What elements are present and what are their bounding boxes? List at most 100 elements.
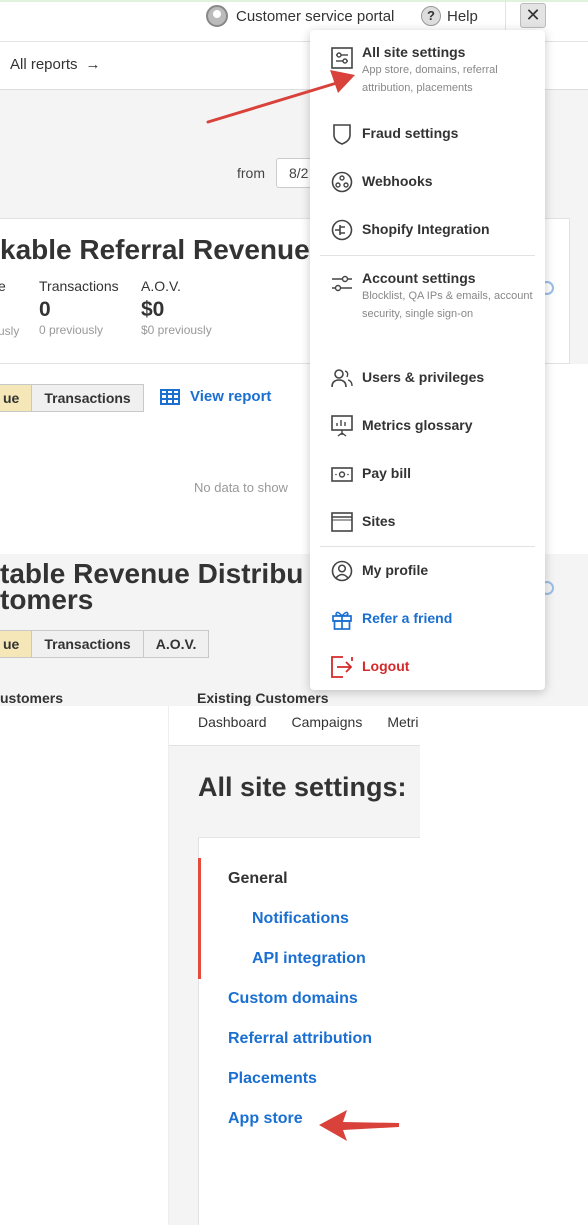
metric-previous: 0 previously xyxy=(39,323,104,337)
metric-label: e xyxy=(0,278,6,294)
menu-item-shopify-integration[interactable]: Shopify Integration xyxy=(310,219,545,251)
metric-value: 0 xyxy=(39,298,51,321)
active-section-accent xyxy=(198,858,201,979)
menu-item-description: Blocklist, QA IPs & emails, account secu… xyxy=(362,290,533,320)
menu-item-text: Webhooks xyxy=(362,173,433,189)
settings-top-nav: Dashboard Campaigns Metri xyxy=(169,706,420,746)
table-icon xyxy=(160,388,180,405)
close-menu-button[interactable]: ✕ xyxy=(520,3,546,28)
menu-item-text: All site settings App store, domains, re… xyxy=(362,44,537,97)
metric-transactions: Transactions 0 0 previously xyxy=(39,278,119,337)
menu-item-label: My profile xyxy=(362,562,429,578)
gift-icon xyxy=(332,611,352,630)
sidebar-item-placements[interactable]: Placements xyxy=(228,1070,317,1088)
no-data-message: No data to show xyxy=(194,480,288,495)
menu-item-text: Fraud settings xyxy=(362,125,458,141)
nav-tab-metrics[interactable]: Metri xyxy=(387,714,418,730)
menu-item-label: Webhooks xyxy=(362,173,433,189)
menu-separator xyxy=(320,546,535,547)
sidebar-item-api-integration[interactable]: API integration xyxy=(252,950,366,968)
menu-item-sites[interactable]: Sites xyxy=(310,512,545,543)
menu-item-logout[interactable]: Logout xyxy=(310,656,545,688)
annotation-arrow-icon xyxy=(206,70,355,124)
menu-item-text: Account settings Blocklist, QA IPs & ema… xyxy=(362,270,537,323)
presentation-icon xyxy=(331,415,353,437)
menu-item-my-profile[interactable]: My profile xyxy=(310,560,545,592)
sidebar-item-notifications[interactable]: Notifications xyxy=(252,910,349,928)
sidebar-item-referral-attribution[interactable]: Referral attribution xyxy=(228,1030,372,1048)
metric-label: Transactions xyxy=(39,278,119,294)
metric-revenue: e usly xyxy=(0,278,19,338)
support-avatar-icon xyxy=(206,5,228,27)
date-from-label: from xyxy=(237,165,265,181)
menu-item-text: Pay bill xyxy=(362,465,411,481)
nav-tab-dashboard[interactable]: Dashboard xyxy=(198,714,267,730)
menu-item-text: Logout xyxy=(362,658,409,674)
menu-item-text: Users & privileges xyxy=(362,369,484,385)
menu-item-label: All site settings xyxy=(362,44,466,60)
close-icon: ✕ xyxy=(525,5,541,25)
report2-title-line2: tomers xyxy=(0,584,94,615)
view-report-link[interactable]: View report xyxy=(160,388,271,405)
menu-item-label: Account settings xyxy=(362,270,476,286)
users-icon xyxy=(331,369,353,388)
toggle-revenue-button[interactable]: ue xyxy=(0,630,33,658)
page-title: All site settings: xyxy=(198,772,407,802)
all-reports-label: All reports xyxy=(10,56,78,73)
menu-item-text: My profile xyxy=(362,562,428,578)
metric-previous: usly xyxy=(0,324,20,338)
logout-icon xyxy=(331,656,353,678)
toggle-revenue-button[interactable]: ue xyxy=(0,384,33,412)
menu-item-label: Pay bill xyxy=(362,465,412,481)
customer-service-portal-label: Customer service portal xyxy=(236,7,395,25)
menu-item-text: Sites xyxy=(362,513,395,529)
report1-metric-toggle: ue Transactions xyxy=(0,384,144,412)
metric-value xyxy=(0,298,19,323)
report2-title: table Revenue Distribu tomers xyxy=(0,560,303,615)
nav-tab-campaigns[interactable]: Campaigns xyxy=(292,714,363,730)
help-label: Help xyxy=(447,7,478,25)
toggle-aov-button[interactable]: A.O.V. xyxy=(143,630,210,658)
arrow-right-icon: → xyxy=(85,56,101,73)
menu-item-label: Users & privileges xyxy=(362,369,485,385)
plug-icon xyxy=(331,219,353,241)
menu-item-account-settings[interactable]: Account settings Blocklist, QA IPs & ema… xyxy=(310,270,545,346)
sliders-icon xyxy=(332,275,352,292)
all-reports-link[interactable]: All reports → xyxy=(10,56,101,73)
account-menu-screenshot: Customer service portal ? Help ✕ All rep… xyxy=(0,0,588,706)
site-settings-screenshot: Dashboard Campaigns Metri All site setti… xyxy=(168,706,420,1225)
menu-item-label: Logout xyxy=(362,658,410,674)
customer-service-portal-link[interactable]: Customer service portal xyxy=(206,5,394,27)
menu-item-refer-a-friend[interactable]: Refer a friend xyxy=(310,610,545,640)
sidebar-item-app-store[interactable]: App store xyxy=(228,1110,303,1128)
new-customers-label: ustomers xyxy=(0,690,64,706)
sidebar-item-general[interactable]: General xyxy=(228,870,288,888)
menu-item-webhooks[interactable]: Webhooks xyxy=(310,171,545,203)
metric-label: A.O.V. xyxy=(141,278,181,294)
sidebar-item-custom-domains[interactable]: Custom domains xyxy=(228,990,358,1008)
annotation-arrow-icon xyxy=(319,1110,399,1141)
menu-item-text: Metrics glossary xyxy=(362,417,473,433)
menu-item-label: Metrics glossary xyxy=(362,417,473,433)
window-icon xyxy=(331,512,353,532)
metric-aov: A.O.V. $0 $0 previously xyxy=(141,278,212,337)
report2-metric-toggle: ue Transactions A.O.V. xyxy=(0,630,210,658)
menu-item-description: App store, domains, referral attribution… xyxy=(362,64,498,94)
bill-icon xyxy=(331,467,353,482)
menu-separator xyxy=(320,255,535,256)
top-accent-strip xyxy=(0,0,588,2)
webhook-icon xyxy=(331,171,353,193)
question-icon: ? xyxy=(421,6,441,26)
view-report-label: View report xyxy=(190,388,272,405)
menu-item-label: Fraud settings xyxy=(362,125,459,141)
menu-item-text: Refer a friend xyxy=(362,610,452,626)
menu-item-metrics-glossary[interactable]: Metrics glossary xyxy=(310,415,545,447)
metric-previous: $0 previously xyxy=(141,323,212,337)
toggle-transactions-button[interactable]: Transactions xyxy=(32,630,144,658)
menu-item-pay-bill[interactable]: Pay bill xyxy=(310,465,545,495)
menu-item-users-privileges[interactable]: Users & privileges xyxy=(310,369,545,399)
toggle-transactions-button[interactable]: Transactions xyxy=(32,384,144,412)
help-link[interactable]: ? Help xyxy=(421,5,478,27)
user-circle-icon xyxy=(331,560,353,582)
existing-customers-label: Existing Customers xyxy=(197,690,329,706)
